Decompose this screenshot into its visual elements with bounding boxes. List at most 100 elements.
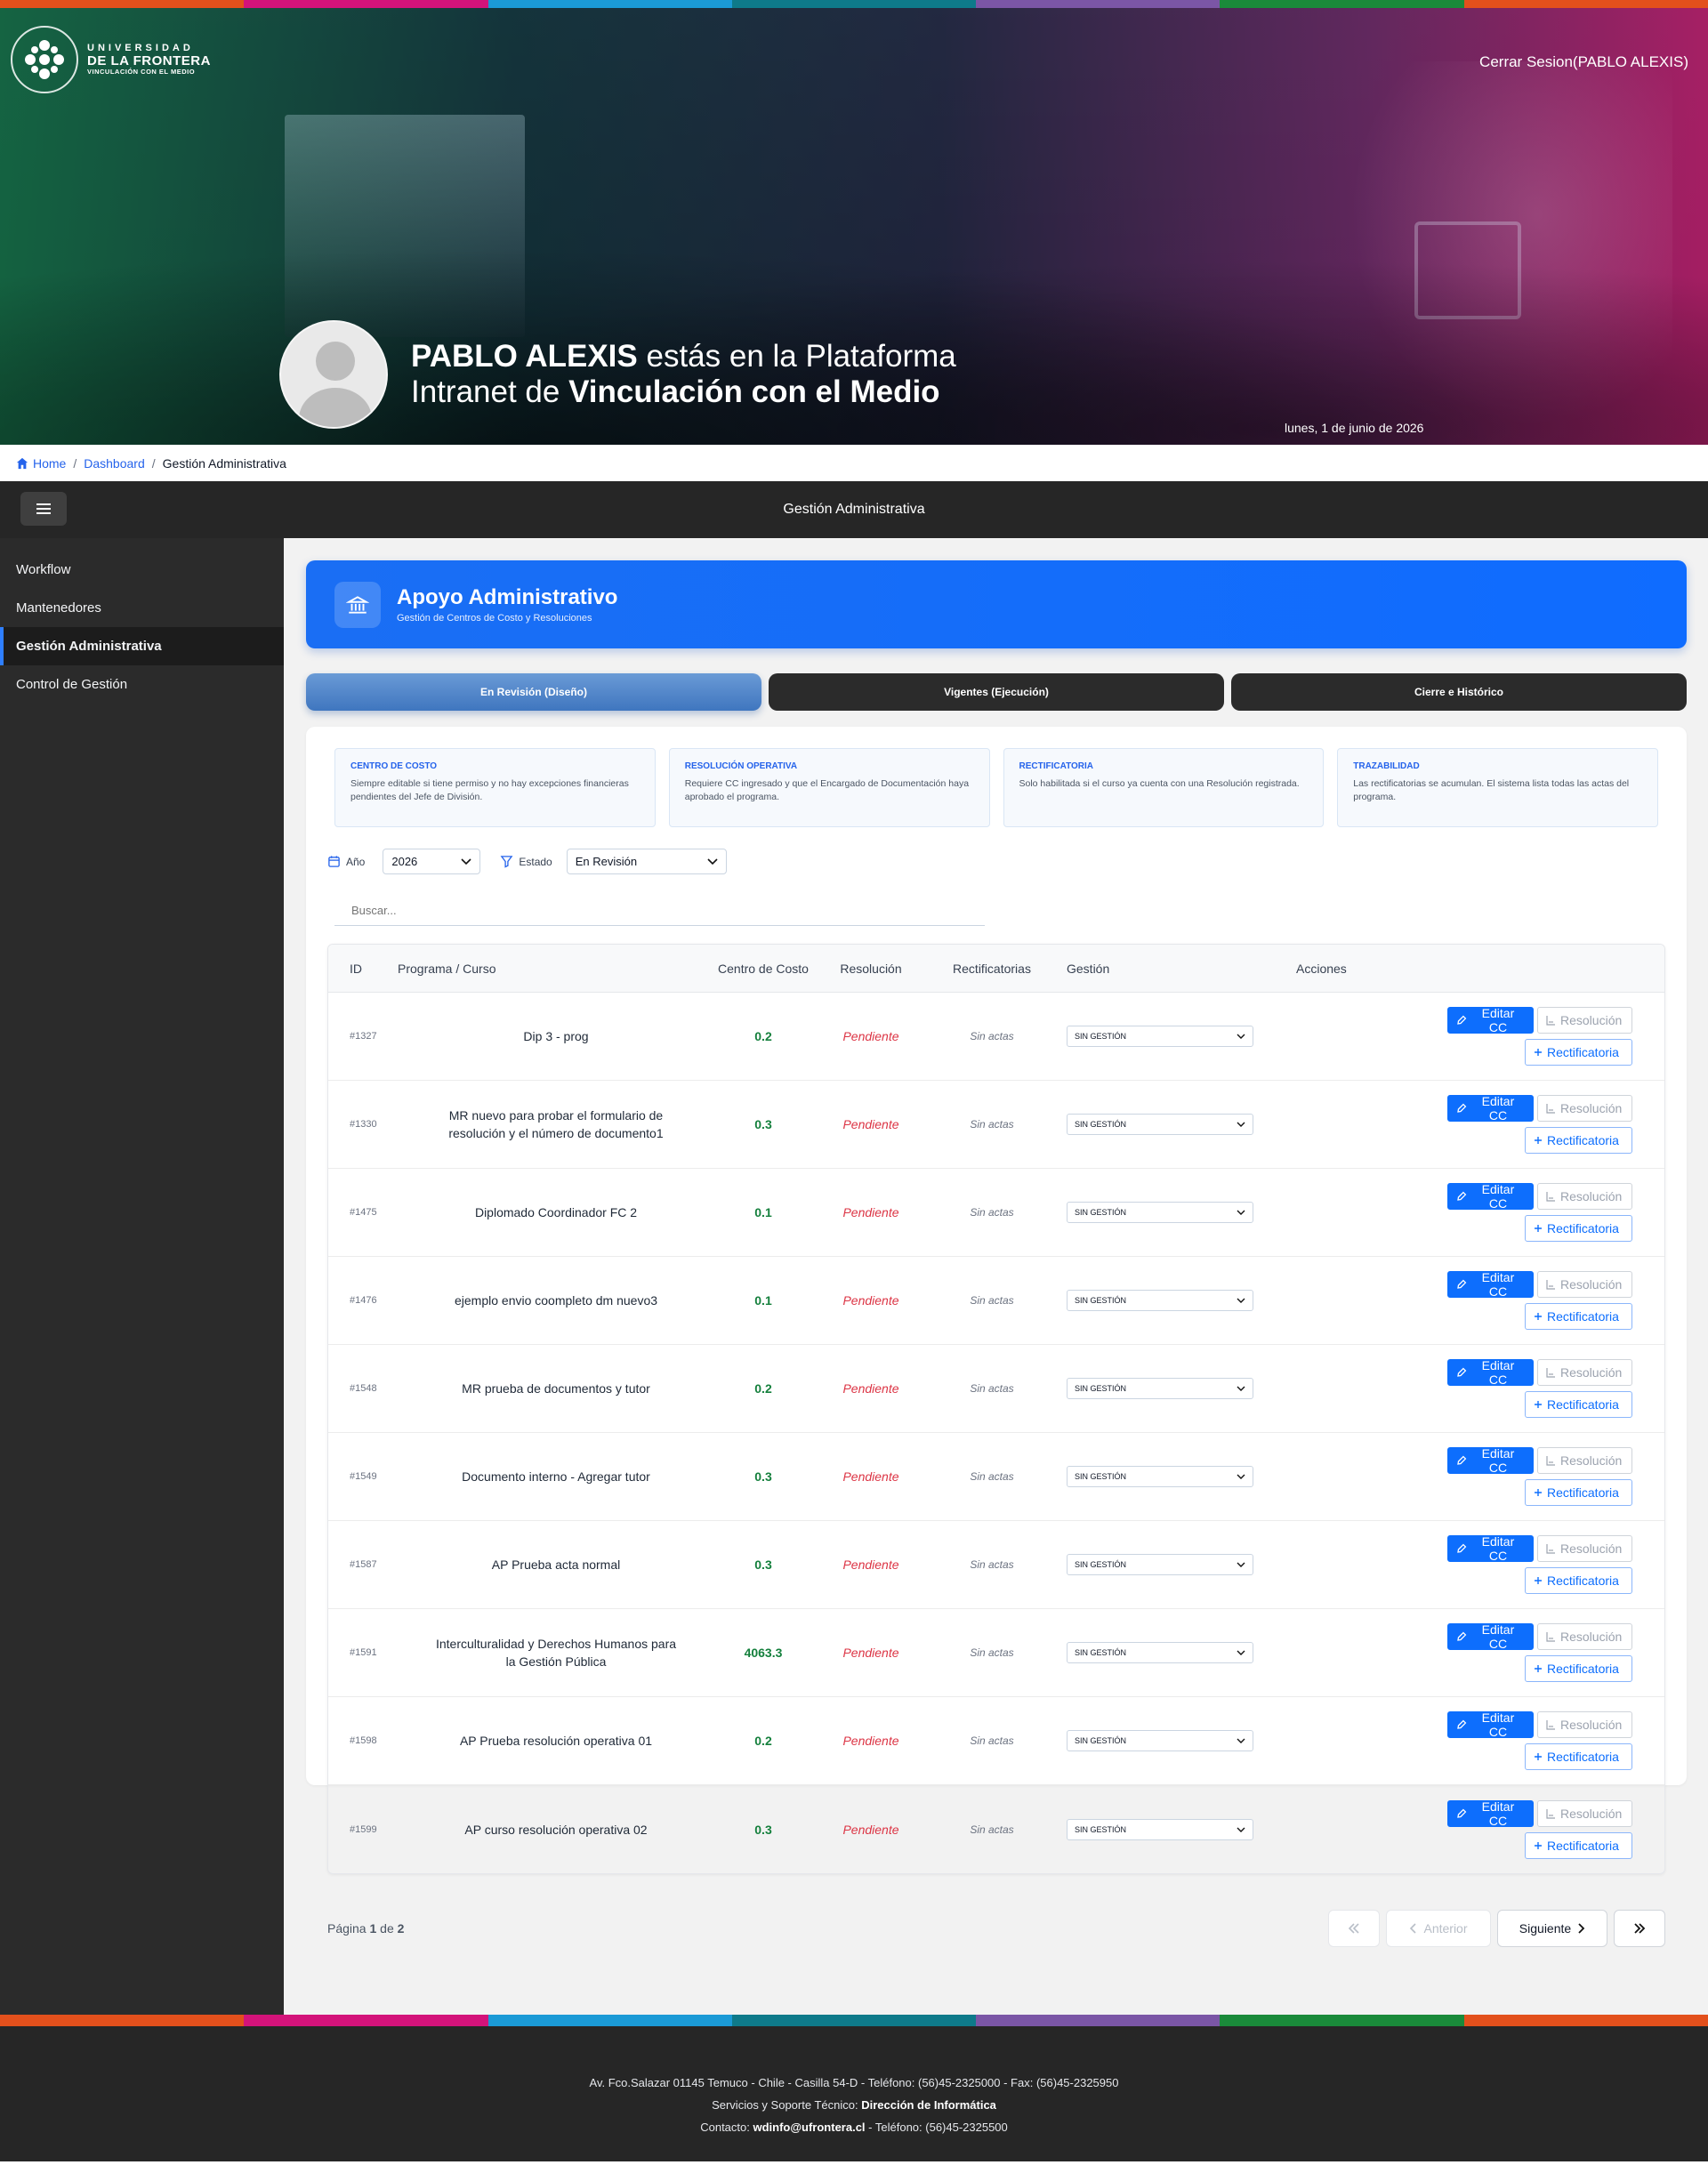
edit-icon [1457,1808,1467,1818]
row-cost-center: 0.3 [754,1469,772,1484]
logo-line-2: DE LA FRONTERA [87,52,211,68]
gestion-select[interactable]: SIN GESTIÓN [1067,1554,1253,1575]
gestion-select[interactable]: SIN GESTIÓN [1067,1202,1253,1223]
rectificatoria-button[interactable]: Rectificatoria [1525,1743,1632,1770]
plus-icon [1535,1401,1542,1408]
row-id: #1598 [350,1735,377,1746]
gestion-select-value: SIN GESTIÓN [1075,1560,1127,1569]
rectificatoria-button[interactable]: Rectificatoria [1525,1391,1632,1418]
tab-vigentes[interactable]: Vigentes (Ejecución) [769,673,1224,711]
rectificatoria-button[interactable]: Rectificatoria [1525,1303,1632,1330]
sidebar-item-control-de-gestion[interactable]: Control de Gestión [0,665,284,704]
edit-cc-button[interactable]: Editar CC [1447,1534,1534,1563]
rectificatoria-button[interactable]: Rectificatoria [1525,1127,1632,1154]
row-actions: Editar CC Resolución Rectificatoria [1296,1270,1664,1330]
content-panel: CENTRO DE COSTO Siempre editable si tien… [306,727,1687,1947]
rectificatoria-button[interactable]: Rectificatoria [1525,1479,1632,1506]
edit-cc-button[interactable]: Editar CC [1447,1799,1534,1828]
status-label: Estado [519,855,552,868]
logout-link[interactable]: Cerrar Sesion(PABLO ALEXIS) [1479,53,1688,71]
breadcrumb-separator: / [73,455,77,471]
current-date: lunes, 1 de junio de 2026 [1285,421,1424,435]
tab-en-revision[interactable]: En Revisión (Diseño) [306,673,761,711]
edit-cc-button[interactable]: Editar CC [1447,1358,1534,1387]
footer-support-link[interactable]: Dirección de Informática [861,2098,996,2112]
color-strip-segment [0,2015,245,2026]
rectificatoria-label: Rectificatoria [1547,1662,1619,1676]
status-select[interactable]: En Revisión [566,849,727,874]
last-page-button[interactable] [1614,1910,1665,1947]
rectificatoria-button[interactable]: Rectificatoria [1525,1215,1632,1242]
edit-cc-button[interactable]: Editar CC [1447,1182,1534,1211]
chevron-down-icon [461,857,471,865]
gestion-select[interactable]: SIN GESTIÓN [1067,1730,1253,1751]
row-id: #1591 [350,1647,377,1658]
resolution-button[interactable]: Resolución [1537,1711,1632,1738]
page-total: 2 [397,1921,405,1936]
rectificatoria-button[interactable]: Rectificatoria [1525,1567,1632,1594]
gestion-select[interactable]: SIN GESTIÓN [1067,1466,1253,1487]
university-logo[interactable]: UNIVERSIDAD DE LA FRONTERA VINCULACIÓN C… [11,26,211,93]
col-header-cost-center: Centro de Costo [718,961,809,976]
menu-toggle-button[interactable] [20,492,67,526]
rectificatoria-button[interactable]: Rectificatoria [1525,1655,1632,1682]
sidebar-item-gestion-administrativa[interactable]: Gestión Administrativa [0,627,284,665]
year-select-value: 2026 [391,855,418,868]
resolution-label: Resolución [1560,1630,1623,1644]
breadcrumb-home[interactable]: Home [16,456,66,471]
footer-contact-email[interactable]: wdinfo@ufrontera.cl [753,2121,865,2134]
edit-cc-button[interactable]: Editar CC [1447,1094,1534,1123]
edit-cc-button[interactable]: Editar CC [1447,1006,1534,1034]
table-row: #1327 Dip 3 - prog 0.2 Pendiente Sin actas SI… [328,993,1664,1081]
rectificatoria-button[interactable]: Rectificatoria [1525,1039,1632,1066]
resolution-button[interactable]: Resolución [1537,1623,1632,1650]
gestion-select[interactable]: SIN GESTIÓN [1067,1114,1253,1135]
year-select[interactable]: 2026 [383,849,481,874]
document-icon [1546,1720,1555,1730]
row-id: #1599 [350,1823,377,1835]
tab-cierre-historico[interactable]: Cierre e Histórico [1231,673,1687,711]
sidebar-item-workflow[interactable]: Workflow [0,551,284,589]
resolution-button[interactable]: Resolución [1537,1799,1632,1827]
footer-contact-prefix: Contacto: [700,2121,753,2134]
previous-page-button[interactable]: Anterior [1386,1910,1491,1947]
plus-icon [1535,1313,1542,1320]
row-cost-center: 0.1 [754,1293,772,1308]
gestion-select-value: SIN GESTIÓN [1075,1472,1127,1481]
color-strip-segment [0,0,245,8]
rectificatoria-label: Rectificatoria [1547,1573,1619,1588]
edit-cc-button[interactable]: Editar CC [1447,1622,1534,1651]
search-input[interactable] [334,896,985,926]
resolution-button[interactable]: Resolución [1537,1359,1632,1386]
resolution-button[interactable]: Resolución [1537,1095,1632,1122]
next-page-button[interactable]: Siguiente [1497,1910,1607,1947]
resolution-button[interactable]: Resolución [1537,1535,1632,1562]
breadcrumb-dashboard[interactable]: Dashboard [84,456,145,471]
document-icon [1546,1104,1555,1114]
resolution-button[interactable]: Resolución [1537,1007,1632,1034]
edit-cc-button[interactable]: Editar CC [1447,1270,1534,1299]
row-program: MR nuevo para probar el formulario de re… [448,1108,664,1140]
row-id: #1476 [350,1295,377,1306]
edit-cc-button[interactable]: Editar CC [1447,1446,1534,1475]
table-row: #1599 AP curso resolución operativa 02 0.3… [328,1785,1664,1873]
gestion-select[interactable]: SIN GESTIÓN [1067,1818,1253,1840]
breadcrumb-home-label: Home [33,455,67,471]
gestion-select[interactable]: SIN GESTIÓN [1067,1290,1253,1311]
row-id: #1587 [350,1559,377,1570]
gestion-select[interactable]: SIN GESTIÓN [1067,1026,1253,1047]
edit-cc-button[interactable]: Editar CC [1447,1710,1534,1739]
gestion-select[interactable]: SIN GESTIÓN [1067,1642,1253,1663]
info-cards: CENTRO DE COSTO Siempre editable si tien… [327,748,1665,827]
resolution-button[interactable]: Resolución [1537,1447,1632,1474]
sidebar-item-mantenedores[interactable]: Mantenedores [0,589,284,627]
resolution-button[interactable]: Resolución [1537,1183,1632,1210]
info-card-rectificatoria: RECTIFICATORIA Solo habilitada si el cur… [1003,748,1325,827]
rectificatoria-button[interactable]: Rectificatoria [1525,1831,1632,1859]
gestion-select[interactable]: SIN GESTIÓN [1067,1378,1253,1399]
edit-icon [1457,1719,1467,1729]
first-page-button[interactable] [1328,1910,1380,1947]
edit-icon [1457,1455,1467,1465]
resolution-button[interactable]: Resolución [1537,1271,1632,1298]
edit-icon [1457,1015,1467,1025]
